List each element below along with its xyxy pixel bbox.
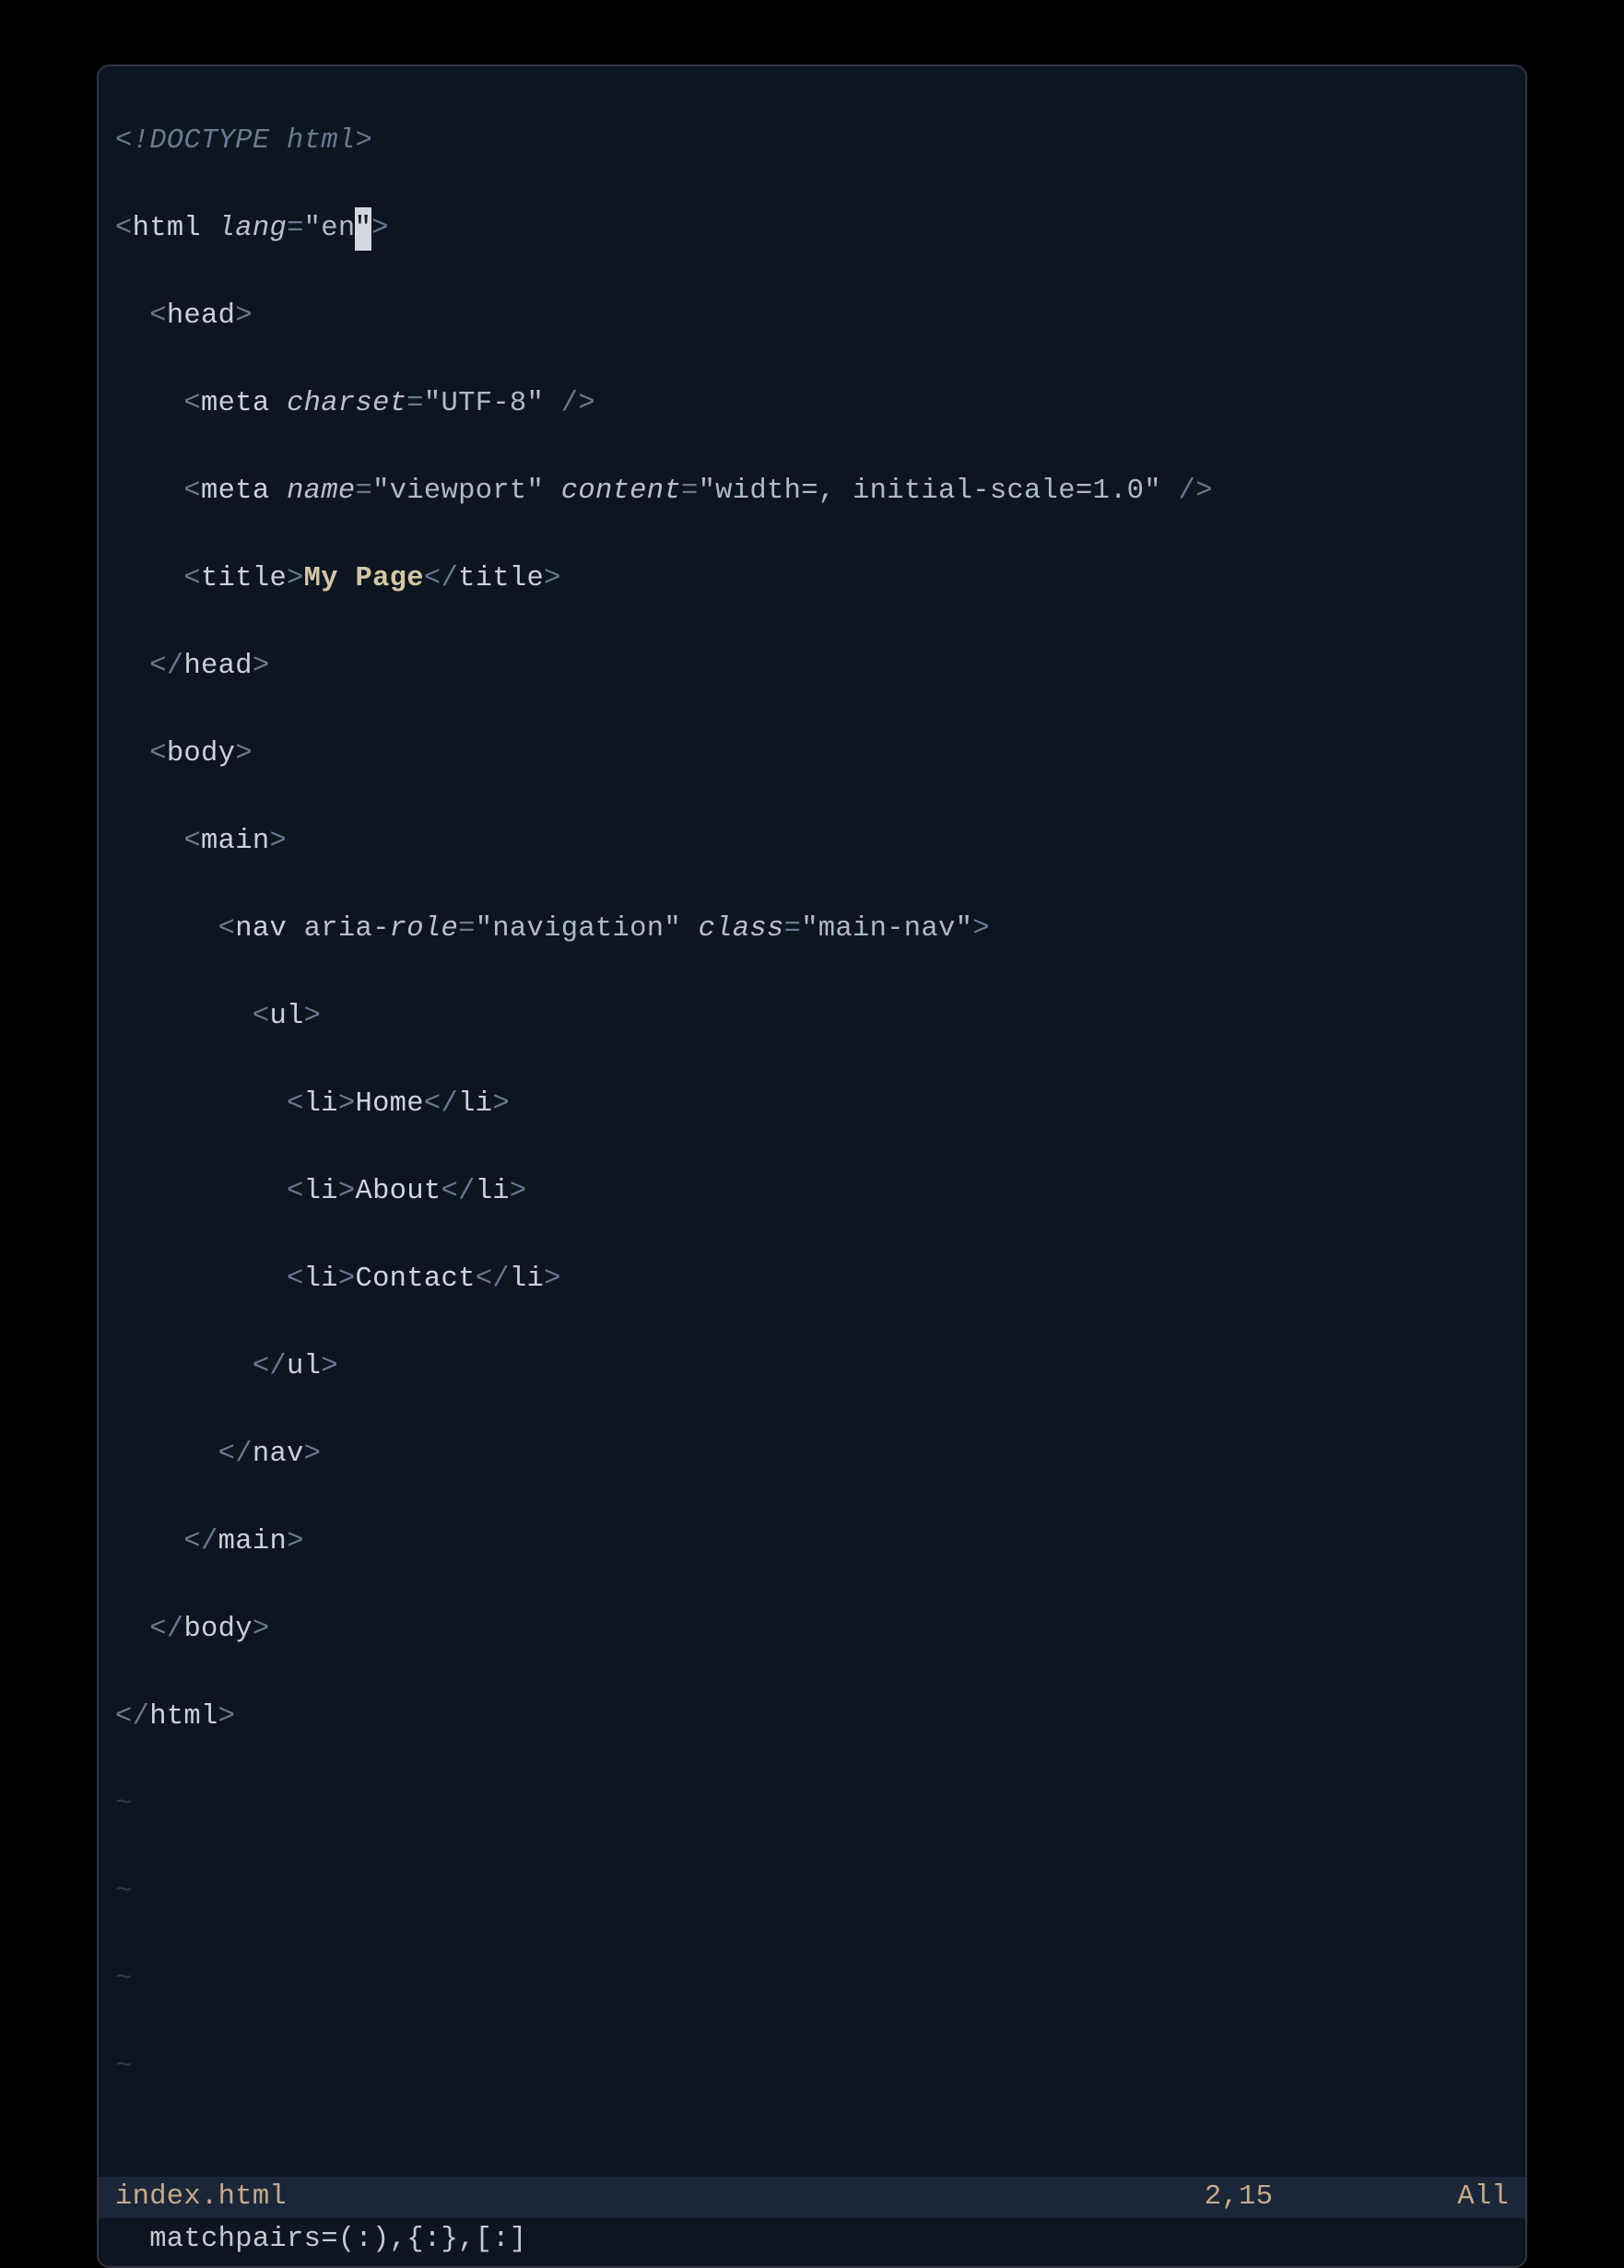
status-filename: index.html	[115, 2177, 287, 2218]
code-line: <li>About</li>	[115, 1170, 1509, 1215]
empty-line-tilde: ~	[115, 1783, 1509, 1827]
status-cursor-position: 2,15	[1205, 2177, 1457, 2218]
code-line: </html>	[115, 1696, 1509, 1740]
title-text: My Page	[304, 563, 424, 594]
code-line: <ul>	[115, 995, 1509, 1040]
code-line: <main>	[115, 820, 1509, 864]
empty-line-tilde: ~	[115, 2046, 1509, 2090]
code-line: </nav>	[115, 1433, 1509, 1477]
text-cursor: "	[355, 207, 372, 252]
code-line: </body>	[115, 1608, 1509, 1652]
code-line: <li>Contact</li>	[115, 1258, 1509, 1302]
empty-line-tilde: ~	[115, 1958, 1509, 2003]
empty-line-tilde: ~	[115, 1871, 1509, 1915]
code-line: </head>	[115, 645, 1509, 689]
code-line: <meta name="viewport" content="width=, i…	[115, 470, 1509, 514]
code-line: <!DOCTYPE html>	[115, 120, 1509, 164]
code-line: <nav aria-role="navigation" class="main-…	[115, 908, 1509, 952]
code-line: </ul>	[115, 1346, 1509, 1390]
code-line: </main>	[115, 1521, 1509, 1565]
code-line: <meta charset="UTF-8" />	[115, 382, 1509, 427]
terminal-window: <!DOCTYPE html> <html lang="en"> <head> …	[97, 65, 1527, 2268]
code-line: <li>Home</li>	[115, 1083, 1509, 1127]
code-line: <html lang="en">	[115, 207, 1509, 252]
status-scroll-percent: All	[1457, 2177, 1509, 2218]
code-line: <head>	[115, 295, 1509, 339]
code-line: <title>My Page</title>	[115, 558, 1509, 602]
editor-buffer[interactable]: <!DOCTYPE html> <html lang="en"> <head> …	[99, 66, 1525, 2177]
status-spacer	[287, 2177, 1205, 2218]
code-line: <body>	[115, 733, 1509, 777]
command-line[interactable]: matchpairs=(:),{:},[:]	[99, 2218, 1525, 2266]
doctype-decl: <!DOCTYPE html>	[115, 125, 372, 157]
status-bar: index.html 2,15 All	[99, 2177, 1525, 2218]
